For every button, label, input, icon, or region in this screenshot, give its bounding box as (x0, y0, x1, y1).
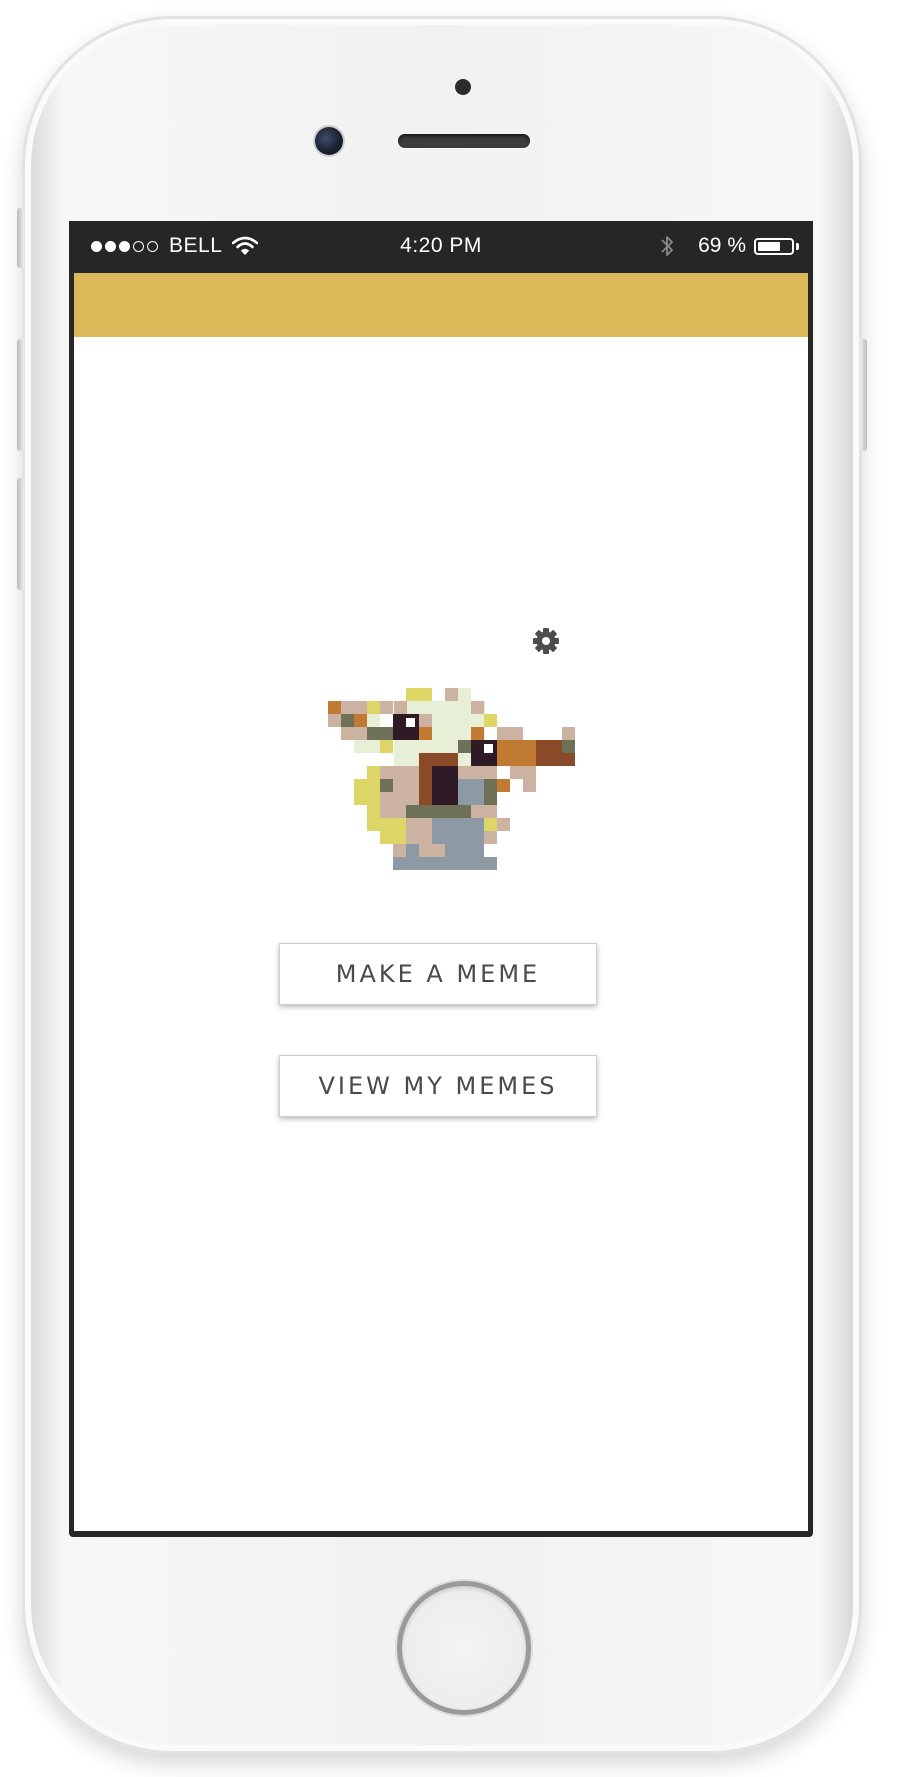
bluetooth-icon (661, 236, 674, 256)
mute-switch (17, 208, 24, 268)
page: BELL 4:20 PM 69 % MAKE A MEME VIEW MY ME… (0, 0, 900, 1777)
battery-icon (754, 237, 794, 255)
make-meme-button[interactable]: MAKE A MEME (279, 943, 597, 1005)
home-screen: MAKE A MEME VIEW MY MEMES (74, 337, 808, 1531)
pixel-bird-logo (328, 688, 575, 870)
battery-percentage: 69 % (698, 234, 746, 257)
battery-level-fill (758, 241, 780, 251)
app-header-bar (74, 273, 808, 337)
volume-down-button (17, 478, 24, 590)
power-button (860, 339, 867, 451)
front-camera-icon (315, 127, 343, 155)
gear-icon[interactable] (531, 626, 561, 656)
status-right: 69 % (660, 234, 799, 258)
phone-screen: BELL 4:20 PM 69 % MAKE A MEME VIEW MY ME… (69, 221, 813, 1537)
view-memes-button[interactable]: VIEW MY MEMES (279, 1055, 597, 1117)
volume-up-button (17, 339, 24, 451)
home-button[interactable] (397, 1581, 531, 1715)
status-bar: BELL 4:20 PM 69 % (69, 221, 813, 273)
battery-tip (796, 242, 799, 250)
proximity-sensor (455, 79, 471, 95)
earpiece-speaker (398, 134, 530, 148)
